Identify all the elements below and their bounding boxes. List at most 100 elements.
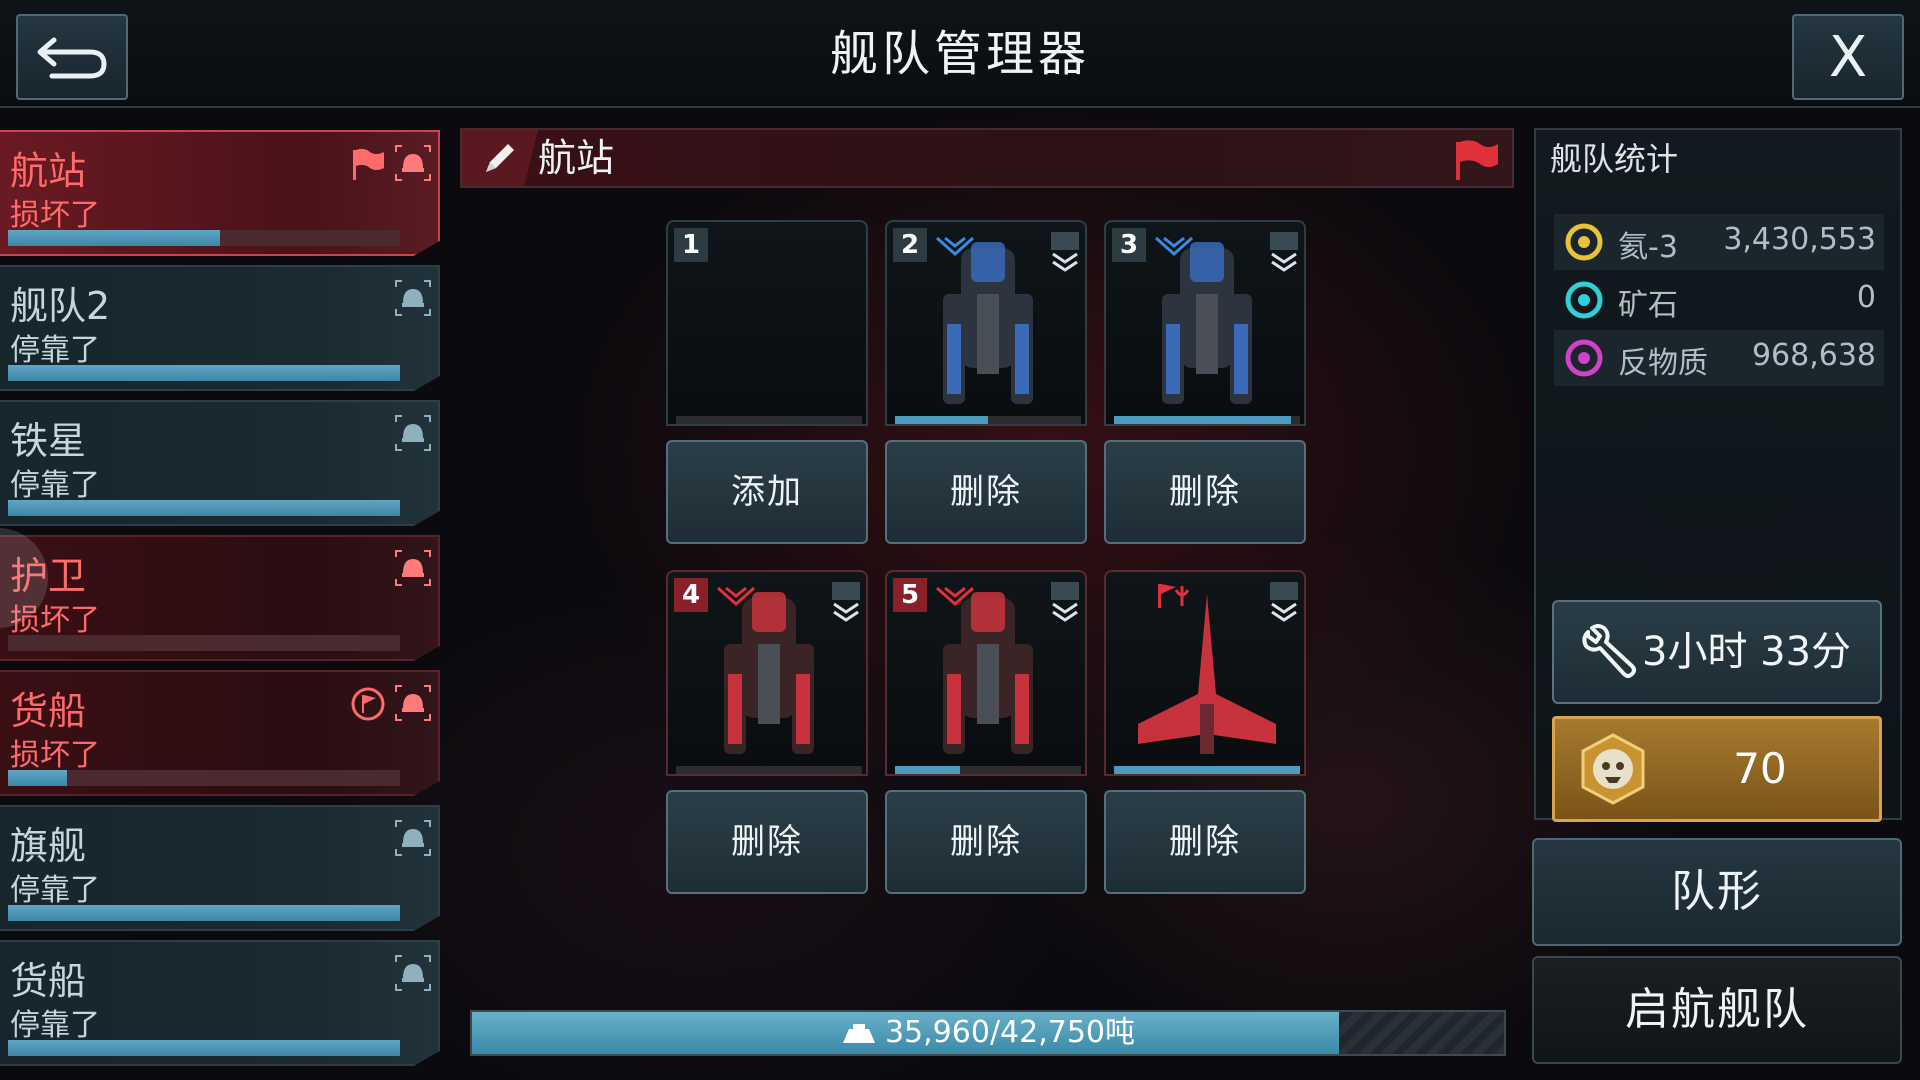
resource-row: 氦-3 3,430,553	[1554, 214, 1884, 270]
ship-image	[943, 242, 1033, 404]
fleet-item-name: 舰队2	[10, 284, 111, 328]
ship-health-fill	[1114, 416, 1291, 424]
ship-class-icon	[936, 236, 974, 257]
remove-ship-button[interactable]: 删除	[666, 790, 868, 894]
tonnage-bar: 35,960/42,750吨	[470, 1010, 1506, 1056]
remove-ship-button[interactable]: 删除	[1104, 440, 1306, 544]
resource-value: 3,430,553	[1723, 222, 1876, 257]
ship-image	[724, 592, 814, 754]
resource-name: 反物质	[1618, 346, 1708, 381]
circle-flag-icon	[351, 687, 385, 721]
page-title: 舰队管理器	[829, 26, 1090, 82]
ship-health-bar	[1114, 416, 1300, 424]
fleet-list-item[interactable]: 货船 停靠了	[0, 940, 440, 1066]
repair-time: 3小时 33分	[1642, 629, 1852, 675]
resource-value: 968,638	[1751, 338, 1876, 373]
repair-drone-icon[interactable]	[394, 144, 432, 182]
ship-slot[interactable]: 3	[1104, 220, 1306, 426]
fleet-list-item[interactable]: 航站 损坏了	[0, 130, 440, 256]
fleet-list-item[interactable]: 舰队2 停靠了	[0, 265, 440, 391]
fleet-health-bar	[8, 230, 400, 246]
remove-ship-button[interactable]: 删除	[1104, 790, 1306, 894]
helium-icon	[1565, 223, 1603, 261]
fleet-health-fill	[8, 230, 220, 246]
fleet-health-fill	[8, 500, 400, 516]
remove-ship-button[interactable]: 删除	[885, 790, 1087, 894]
fleet-health-bar	[8, 635, 400, 651]
gold-cost: 70	[1733, 744, 1787, 793]
ship-slot[interactable]	[1104, 570, 1306, 776]
flagship-type-icon	[1158, 584, 1190, 608]
repair-drone-icon[interactable]	[394, 954, 432, 992]
fleet-item-status: 损坏了	[10, 738, 100, 773]
repair-button[interactable]: 3小时 33分	[1552, 600, 1882, 704]
ship-slot[interactable]: 1	[666, 220, 868, 426]
instant-repair-button[interactable]: 70	[1552, 716, 1882, 822]
ship-class-icon	[936, 586, 974, 607]
close-button[interactable]: X	[1792, 14, 1904, 100]
fleet-health-bar	[8, 500, 400, 516]
rank-chevron-icon	[1051, 582, 1079, 622]
fleet-item-name: 货船	[10, 689, 87, 733]
repair-drone-icon[interactable]	[394, 279, 432, 317]
rank-chevron-icon	[1270, 582, 1298, 622]
stats-title: 舰队统计	[1550, 140, 1679, 178]
back-arrow-icon	[37, 37, 107, 79]
flagship-ship-image	[1138, 594, 1276, 754]
pencil-icon	[486, 144, 514, 172]
ship-health-fill	[895, 766, 961, 774]
formation-button[interactable]: 队形	[1532, 838, 1902, 946]
rank-chevron-icon	[1051, 232, 1079, 272]
fleet-list-item[interactable]: 铁星 停靠了	[0, 400, 440, 526]
fleet-item-name: 铁星	[10, 419, 87, 463]
fleet-item-status: 停靠了	[10, 1008, 100, 1043]
ship-health-fill	[895, 416, 988, 424]
repair-drone-icon[interactable]	[394, 684, 432, 722]
ship-slot[interactable]: 5	[885, 570, 1087, 776]
rank-chevron-icon	[832, 582, 860, 622]
add-ship-button[interactable]: 添加	[666, 440, 868, 544]
ship-slot[interactable]: 2	[885, 220, 1087, 426]
fleet-health-fill	[8, 905, 400, 921]
fleet-item-status: 损坏了	[10, 198, 100, 233]
back-button[interactable]	[16, 14, 128, 100]
fleet-list-item[interactable]: 护卫 损坏了	[0, 535, 440, 661]
tonnage-value: 35,960/42,750吨	[884, 1015, 1136, 1050]
fleet-name: 航站	[538, 136, 615, 180]
ship-slot[interactable]: 4	[666, 570, 868, 776]
fleet-health-bar	[8, 770, 400, 786]
gold-coin-icon	[1581, 733, 1645, 805]
ship-health-bar	[676, 766, 862, 774]
fleet-item-name: 旗舰	[10, 824, 87, 868]
fleet-item-status: 停靠了	[10, 468, 100, 503]
fleet-health-bar	[8, 905, 400, 921]
resource-name: 氦-3	[1618, 230, 1678, 265]
ship-health-bar	[895, 416, 1081, 424]
fleet-health-fill	[8, 1040, 400, 1056]
rank-chevron-icon	[1270, 232, 1298, 272]
fleet-list-item[interactable]: 旗舰 停靠了	[0, 805, 440, 931]
tonnage-icon	[842, 1023, 875, 1043]
repair-drone-icon[interactable]	[394, 549, 432, 587]
fleet-item-status: 停靠了	[10, 873, 100, 908]
fleet-health-fill	[8, 365, 400, 381]
ship-health-bar	[1114, 766, 1300, 774]
top-bar: 舰队管理器	[0, 0, 1920, 108]
wrench-icon	[1582, 624, 1636, 678]
ship-image	[1162, 242, 1252, 404]
repair-drone-icon[interactable]	[394, 819, 432, 857]
fleet-list-item[interactable]: 货船 损坏了	[0, 670, 440, 796]
slot-number: 1	[674, 228, 708, 262]
flagship-flag-icon	[1456, 140, 1498, 180]
rename-fleet-button[interactable]	[462, 130, 538, 186]
ship-health-bar	[676, 416, 862, 424]
resource-row: 矿石 0	[1554, 272, 1884, 328]
ship-class-icon	[1155, 236, 1193, 257]
fleet-item-name: 货船	[10, 959, 87, 1003]
fleet-item-name: 航站	[10, 149, 87, 193]
repair-drone-icon[interactable]	[394, 414, 432, 452]
ship-class-icon	[717, 586, 755, 607]
launch-fleet-button[interactable]: 启航舰队	[1532, 956, 1902, 1064]
remove-ship-button[interactable]: 删除	[885, 440, 1087, 544]
resource-row: 反物质 968,638	[1554, 330, 1884, 386]
